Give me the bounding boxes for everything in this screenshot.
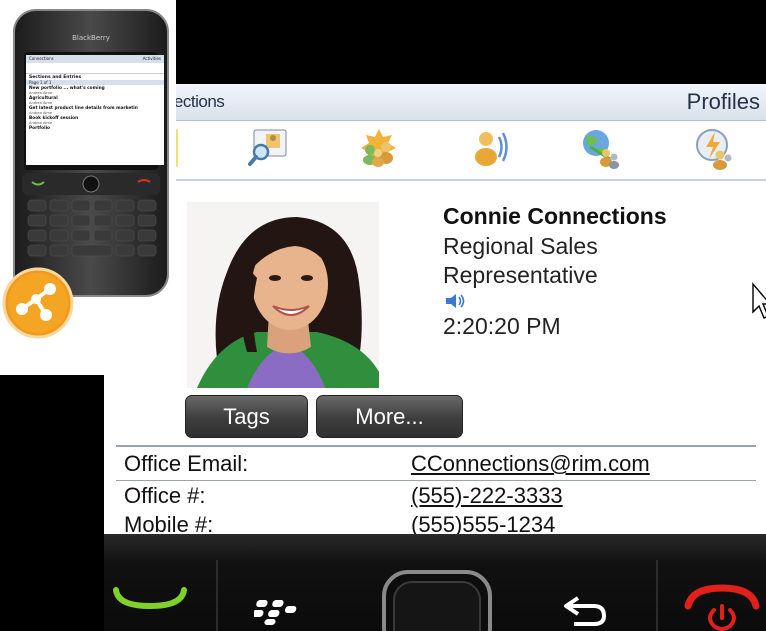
- trackpad-icon[interactable]: [378, 568, 496, 631]
- profile-photo: [187, 202, 379, 388]
- network-icon[interactable]: [576, 125, 622, 171]
- divider: [116, 480, 756, 481]
- divider: [656, 560, 658, 631]
- office-email-link[interactable]: CConnections@rim.com: [411, 451, 650, 477]
- community-icon[interactable]: [356, 125, 402, 171]
- speaker-icon[interactable]: [444, 292, 466, 310]
- phone-header-right: Activities: [142, 56, 161, 61]
- phone-header: Connections Activities: [26, 55, 164, 63]
- toolbar: [104, 121, 766, 181]
- office-phone-link[interactable]: (555)-222-3333: [411, 483, 563, 509]
- job-title-line-2: Representative: [443, 262, 598, 288]
- mouse-cursor-icon: [752, 282, 766, 319]
- back-arrow-icon[interactable]: [560, 594, 610, 628]
- profile-screen: nnections Profiles Connie Connections Re…: [104, 84, 766, 534]
- mobile-phone-label: Mobile #:: [124, 512, 214, 534]
- tags-button[interactable]: Tags: [185, 395, 308, 438]
- device-preview-panel: BlackBerry Connections Activities Sectio…: [0, 0, 176, 375]
- phone-toolbar: [26, 63, 164, 74]
- mobile-phone-link[interactable]: (555)555-1234: [411, 512, 555, 534]
- phone-screen: Connections Activities Sections and Entr…: [26, 55, 164, 165]
- job-title-line-1: Regional Sales: [443, 233, 598, 259]
- profile-job-title: Regional Sales Representative: [443, 232, 703, 290]
- divider: [216, 560, 218, 631]
- office-phone-label: Office #:: [124, 483, 206, 508]
- local-time: 2:20:20 PM: [443, 313, 561, 339]
- title-bar: nnections Profiles: [104, 84, 766, 121]
- connections-logo-icon: [2, 267, 74, 339]
- device-hardware-keys: [104, 534, 766, 631]
- office-email-label: Office Email:: [124, 451, 249, 476]
- profile-name: Connie Connections: [443, 203, 667, 229]
- call-green-icon[interactable]: [112, 584, 188, 614]
- profile-search-icon[interactable]: [246, 125, 292, 171]
- divider: [116, 445, 756, 447]
- phone-header-left: Connections: [29, 56, 54, 61]
- phone-entry: Portfolio: [29, 126, 50, 131]
- status-icon[interactable]: [690, 125, 736, 171]
- phone-brand: BlackBerry: [72, 34, 110, 42]
- end-call-power-icon[interactable]: [682, 584, 762, 631]
- colleagues-icon[interactable]: [466, 125, 512, 171]
- screen-title: Profiles: [686, 89, 760, 114]
- blackberry-menu-icon[interactable]: [254, 596, 312, 626]
- more-button[interactable]: More...: [316, 395, 463, 438]
